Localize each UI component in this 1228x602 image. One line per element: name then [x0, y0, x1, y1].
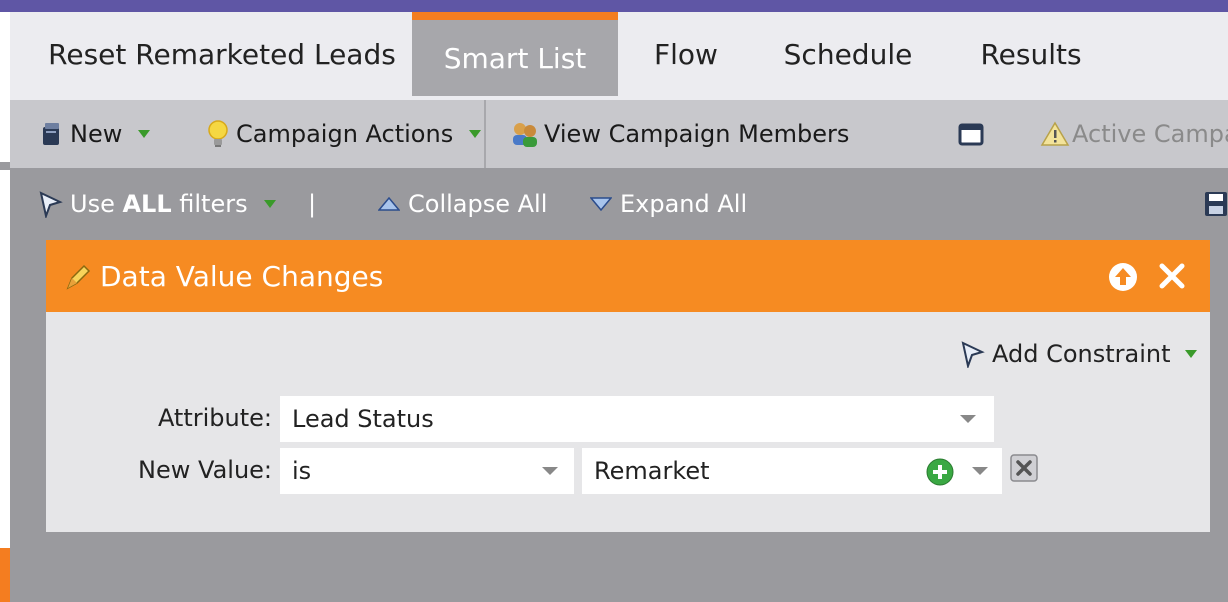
- value-select[interactable]: Remarket: [582, 448, 1002, 494]
- left-strip-lower: [0, 170, 10, 548]
- operator-dropdown-icon: [542, 467, 558, 475]
- filter-divider: |: [308, 168, 316, 240]
- tab-smart-list[interactable]: Smart List: [412, 12, 618, 96]
- active-campaign-status: Active Campai: [1040, 100, 1228, 168]
- save-button[interactable]: [1204, 168, 1228, 240]
- value-dropdown-icon: [972, 467, 988, 475]
- new-document-icon: [40, 121, 62, 147]
- value-value: Remarket: [594, 457, 710, 485]
- tab-results[interactable]: Results: [972, 12, 1090, 96]
- add-constraint-label: Add Constraint: [992, 340, 1171, 368]
- tab-label: Reset Remarketed Leads: [48, 37, 396, 71]
- collapse-triangle-icon: [378, 197, 400, 211]
- remove-value-icon[interactable]: [1010, 454, 1038, 482]
- new-label: New: [70, 120, 123, 148]
- window-icon: [958, 122, 984, 146]
- left-accent: [0, 548, 10, 602]
- move-up-icon[interactable]: [1108, 262, 1138, 292]
- view-campaign-members-button[interactable]: View Campaign Members: [510, 100, 849, 168]
- attribute-value: Lead Status: [292, 405, 434, 433]
- collapse-label: Collapse All: [408, 190, 548, 218]
- active-campaign-label: Active Campai: [1072, 120, 1228, 148]
- filter-panel-body: Add Constraint Attribute: Lead Status Ne…: [46, 312, 1210, 532]
- left-strip: [0, 12, 10, 162]
- tab-bar: Reset Remarketed Leads Smart List Flow S…: [10, 12, 1228, 100]
- expand-all-button[interactable]: Expand All: [590, 168, 747, 240]
- tab-label: Results: [980, 37, 1082, 71]
- divider-text: |: [308, 190, 317, 218]
- use-all-filters-button[interactable]: Use ALL filters: [38, 168, 276, 240]
- save-disk-icon: [1204, 190, 1228, 218]
- lightbulb-icon: [206, 119, 230, 149]
- toolbar: New Campaign Actions View Campaign Membe…: [10, 100, 1228, 168]
- expand-triangle-icon: [590, 197, 612, 211]
- tab-schedule[interactable]: Schedule: [778, 12, 918, 96]
- add-constraint-dropdown-icon: [1184, 350, 1197, 358]
- add-value-icon[interactable]: [926, 458, 954, 486]
- filter-bar: Use ALL filters | Collapse All Expand Al…: [10, 168, 1228, 240]
- toolbar-divider: [484, 100, 486, 168]
- warning-icon: [1040, 121, 1070, 147]
- filter-funnel-icon: [38, 190, 64, 218]
- constraint-funnel-icon: [960, 340, 986, 368]
- data-value-changes-icon: [64, 262, 92, 292]
- use-suffix: filters: [171, 190, 248, 218]
- attribute-label: Attribute:: [157, 404, 272, 432]
- attribute-dropdown-icon: [960, 415, 976, 423]
- use-filters-dropdown-icon: [263, 200, 276, 208]
- new-button[interactable]: New: [40, 100, 151, 168]
- close-icon[interactable]: [1158, 262, 1186, 290]
- collapse-all-button[interactable]: Collapse All: [378, 168, 547, 240]
- add-constraint-button[interactable]: Add Constraint: [960, 336, 1197, 372]
- tab-label: Flow: [654, 37, 718, 71]
- campaign-actions-button[interactable]: Campaign Actions: [206, 100, 482, 168]
- view-members-label: View Campaign Members: [544, 120, 850, 148]
- expand-label: Expand All: [620, 190, 748, 218]
- campaign-actions-dropdown-icon: [469, 130, 482, 138]
- filter-title: Data Value Changes: [100, 259, 384, 293]
- use-prefix: Use: [70, 190, 123, 218]
- operator-value: is: [292, 457, 312, 485]
- campaign-actions-label: Campaign Actions: [236, 120, 454, 148]
- new-dropdown-icon: [138, 130, 151, 138]
- tab-reset-remarketed-leads[interactable]: Reset Remarketed Leads: [32, 12, 412, 96]
- attribute-select[interactable]: Lead Status: [280, 396, 994, 442]
- members-icon: [510, 120, 540, 148]
- use-bold: ALL: [122, 190, 172, 218]
- new-value-label: New Value:: [138, 456, 272, 484]
- tab-label: Smart List: [443, 41, 587, 75]
- operator-select[interactable]: is: [280, 448, 574, 494]
- top-bar: [0, 0, 1228, 12]
- tab-flow[interactable]: Flow: [640, 12, 732, 96]
- window-button[interactable]: [958, 100, 984, 168]
- filter-panel-header: Data Value Changes: [46, 240, 1210, 312]
- tab-label: Schedule: [783, 37, 913, 71]
